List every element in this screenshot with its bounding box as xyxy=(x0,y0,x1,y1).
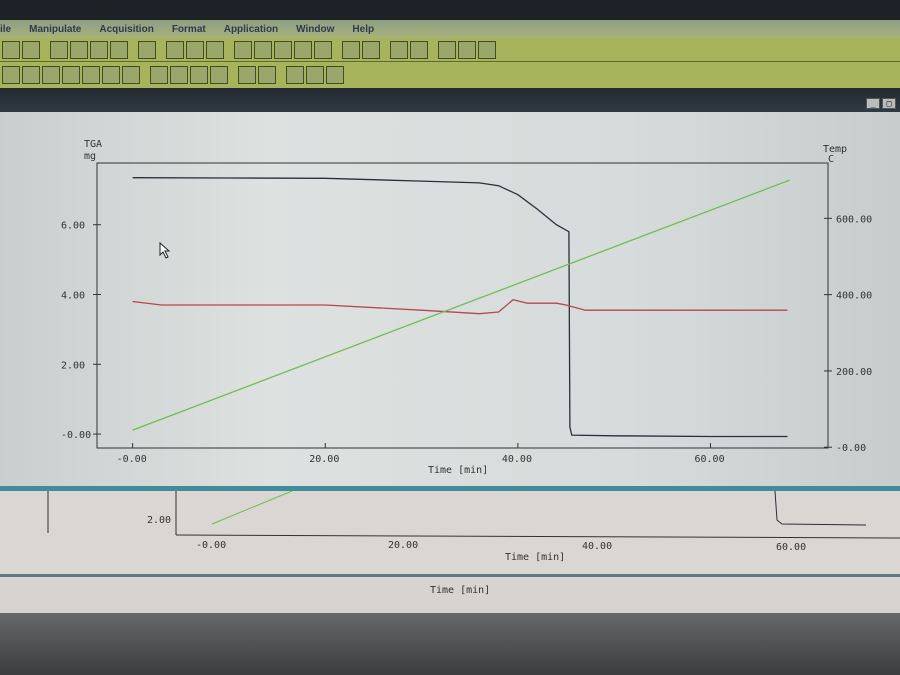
menu-format[interactable]: Format xyxy=(172,24,206,35)
y2-axis-label: Temp xyxy=(823,144,847,155)
menu-bar: ile Manipulate Acquisition Format Applicatio… xyxy=(0,20,900,38)
tool3-icon[interactable] xyxy=(42,66,60,84)
x-tick-label: -0.00 xyxy=(117,454,147,465)
grid-icon[interactable] xyxy=(362,40,380,59)
minimize-button[interactable]: _ xyxy=(866,98,880,109)
window-title-bar: _ □ xyxy=(0,88,900,112)
layout-icon[interactable] xyxy=(254,40,272,59)
tool4-icon[interactable] xyxy=(62,66,80,84)
marker2-icon[interactable] xyxy=(258,66,276,84)
zoom-in-icon[interactable] xyxy=(294,40,312,59)
third-chart-window: Time [min] xyxy=(0,577,900,613)
menu-manipulate[interactable]: Manipulate xyxy=(29,24,81,35)
paste-icon[interactable] xyxy=(110,40,128,59)
tool1-icon[interactable] xyxy=(2,66,20,84)
lower-xtick-label: 60.00 xyxy=(776,542,806,553)
fit-icon[interactable] xyxy=(342,40,360,59)
print-icon[interactable] xyxy=(166,40,184,59)
cut-icon[interactable] xyxy=(70,40,88,59)
menu-help[interactable]: Help xyxy=(352,24,374,35)
table-icon[interactable] xyxy=(390,40,408,59)
context-help-icon[interactable] xyxy=(206,40,224,59)
curve4-icon[interactable] xyxy=(210,66,228,84)
tool6-icon[interactable] xyxy=(102,66,120,84)
y-tick-label: -0.00 xyxy=(61,430,91,441)
y-tick-label: 4.00 xyxy=(61,291,85,302)
curve2-icon[interactable] xyxy=(170,66,188,84)
y-axis-unit: mg xyxy=(84,151,96,162)
lower-xtick-label: 20.00 xyxy=(388,540,418,551)
tool2-icon[interactable] xyxy=(22,66,40,84)
lower-x-axis xyxy=(175,534,900,539)
menu-application[interactable]: Application xyxy=(224,24,278,35)
table2-icon[interactable] xyxy=(410,40,428,59)
y-tick-label: 6.00 xyxy=(61,221,85,232)
menu-window[interactable]: Window xyxy=(296,24,334,35)
curve1-icon[interactable] xyxy=(150,66,168,84)
screen-bezel-bottom xyxy=(0,613,900,675)
marker-icon[interactable] xyxy=(238,66,256,84)
y2-tick-label: 200.00 xyxy=(836,367,872,378)
lower-tga-line xyxy=(774,490,867,526)
tga-chart: TGA mg Temp C Time [min] -0.00 20.00 40.00… xyxy=(61,139,872,476)
arrow-icon[interactable] xyxy=(326,66,344,84)
menu-acquisition[interactable]: Acquisition xyxy=(99,24,153,35)
x-tick-label: 20.00 xyxy=(309,454,339,465)
curve3-icon[interactable] xyxy=(190,66,208,84)
save-icon[interactable] xyxy=(22,40,40,59)
zoom-window-icon[interactable] xyxy=(274,40,292,59)
x-tick-label: 40.00 xyxy=(502,454,532,465)
delete-icon[interactable] xyxy=(138,40,156,59)
maximize-button[interactable]: □ xyxy=(882,98,896,109)
toolbar-main xyxy=(0,38,900,62)
view3-icon[interactable] xyxy=(478,40,496,59)
tool5-icon[interactable] xyxy=(82,66,100,84)
text-icon[interactable] xyxy=(286,66,304,84)
help-icon[interactable] xyxy=(186,40,204,59)
lower-xtick-label: -0.00 xyxy=(196,540,226,551)
x-axis-label: Time [min] xyxy=(428,465,488,476)
x-tick-label: 60.00 xyxy=(695,454,725,465)
zoom-out-icon[interactable] xyxy=(314,40,332,59)
lower-chart-window: 2.00 -0.00 20.00 40.00 60.00 Time [min] xyxy=(0,490,900,575)
chart-window: TGA mg Temp C Time [min] -0.00 20.00 40.00… xyxy=(0,112,900,488)
series-dta-line xyxy=(132,298,788,315)
series-tga-line xyxy=(132,177,788,438)
y2-tick-label: 600.00 xyxy=(836,214,872,225)
view1-icon[interactable] xyxy=(438,40,456,59)
lower-ytick-label: 2.00 xyxy=(147,515,171,526)
toolbar-secondary xyxy=(0,62,900,88)
undo-icon[interactable] xyxy=(50,40,68,59)
step-icon[interactable] xyxy=(306,66,324,84)
third-x-axis-label: Time [min] xyxy=(430,585,490,596)
menu-ile[interactable]: ile xyxy=(0,24,11,35)
lower-xtick-label: 40.00 xyxy=(582,541,612,552)
screen-bezel xyxy=(0,0,900,20)
view2-icon[interactable] xyxy=(458,40,476,59)
y2-tick-label: -0.00 xyxy=(836,443,866,454)
new-icon[interactable] xyxy=(234,40,252,59)
y2-tick-label: 400.00 xyxy=(836,291,872,302)
y-axis-label: TGA xyxy=(84,139,102,150)
copy-icon[interactable] xyxy=(90,40,108,59)
open-icon[interactable] xyxy=(2,40,20,59)
y-tick-label: 2.00 xyxy=(61,360,85,371)
lower-temp-line xyxy=(211,490,293,525)
mouse-cursor-icon xyxy=(159,241,171,259)
lower-x-axis-label: Time [min] xyxy=(505,552,565,563)
tool7-icon[interactable] xyxy=(122,66,140,84)
y2-axis-unit: C xyxy=(828,154,834,165)
